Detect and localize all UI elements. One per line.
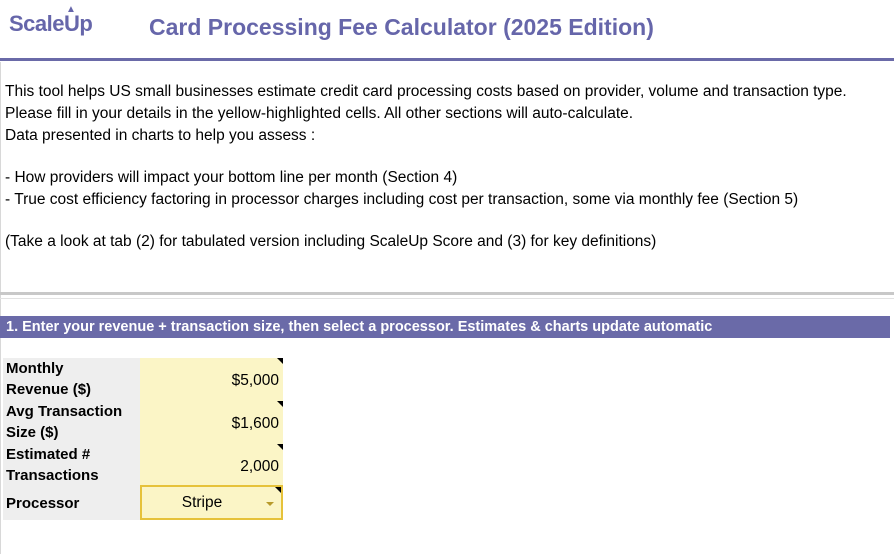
logo-text-scale: Scale bbox=[9, 11, 65, 36]
section-1-banner: 1. Enter your revenue + transaction size… bbox=[0, 316, 890, 338]
left-border bbox=[0, 62, 1, 554]
monthly-revenue-label-line-1: Monthly bbox=[6, 360, 64, 377]
page-title: Card Processing Fee Calculator (2025 Edi… bbox=[149, 14, 654, 40]
monthly-revenue-label-line-2: Revenue ($) bbox=[6, 381, 92, 398]
intro-spacer-2 bbox=[5, 211, 890, 231]
avg-transaction-value: $1,600 bbox=[231, 415, 279, 432]
avg-transaction-label-line-1: Avg Transaction bbox=[6, 403, 123, 420]
logo-arrow-icon: ▲ bbox=[66, 4, 76, 15]
avg-transaction-input[interactable]: $1,600 bbox=[140, 401, 283, 444]
comment-indicator-icon bbox=[277, 401, 283, 407]
estimated-transactions-input[interactable]: 2,000 bbox=[140, 444, 283, 487]
monthly-revenue-input[interactable]: $5,000 bbox=[140, 358, 283, 401]
intro-bullet-2: - True cost efficiency factoring in proc… bbox=[5, 191, 799, 208]
spreadsheet-page: Scale ▲ Up Card Processing Fee Calculator … bbox=[0, 0, 894, 554]
intro-line-2: Please fill in your details in the yello… bbox=[5, 105, 634, 122]
estimated-transactions-label: Estimated # Transactions bbox=[3, 444, 140, 487]
intro-spacer bbox=[5, 147, 890, 167]
monthly-revenue-label: Monthly Revenue ($) bbox=[3, 358, 140, 401]
logo-text-up-wrapper: ▲ Up bbox=[64, 4, 93, 36]
avg-transaction-label: Avg Transaction Size ($) bbox=[3, 401, 140, 444]
avg-transaction-label-line-2: Size ($) bbox=[6, 424, 59, 441]
scaleup-logo: Scale ▲ Up bbox=[9, 4, 93, 37]
comment-indicator-icon bbox=[275, 487, 281, 493]
section-divider bbox=[0, 292, 894, 295]
section-divider-thin bbox=[0, 298, 894, 299]
processor-dropdown[interactable]: Stripe bbox=[140, 485, 283, 520]
intro-line-3: Data presented in charts to help you ass… bbox=[5, 127, 316, 144]
comment-indicator-icon bbox=[277, 358, 283, 364]
estimated-transactions-label-line-1: Estimated # bbox=[6, 446, 91, 463]
comment-indicator-icon bbox=[277, 444, 283, 450]
chevron-down-icon[interactable] bbox=[266, 502, 274, 506]
processor-label: Processor bbox=[3, 487, 140, 520]
intro-text: This tool helps US small businesses esti… bbox=[5, 81, 890, 253]
monthly-revenue-value: $5,000 bbox=[231, 372, 279, 389]
processor-selected-value: Stripe bbox=[181, 494, 223, 511]
estimated-transactions-label-line-2: Transactions bbox=[6, 467, 99, 484]
intro-note: (Take a look at tab (2) for tabulated ve… bbox=[5, 233, 657, 250]
estimated-transactions-value: 2,000 bbox=[240, 458, 279, 475]
intro-line-1: This tool helps US small businesses esti… bbox=[5, 83, 847, 100]
header-divider bbox=[0, 58, 894, 61]
intro-bullet-1: - How providers will impact your bottom … bbox=[5, 169, 458, 186]
